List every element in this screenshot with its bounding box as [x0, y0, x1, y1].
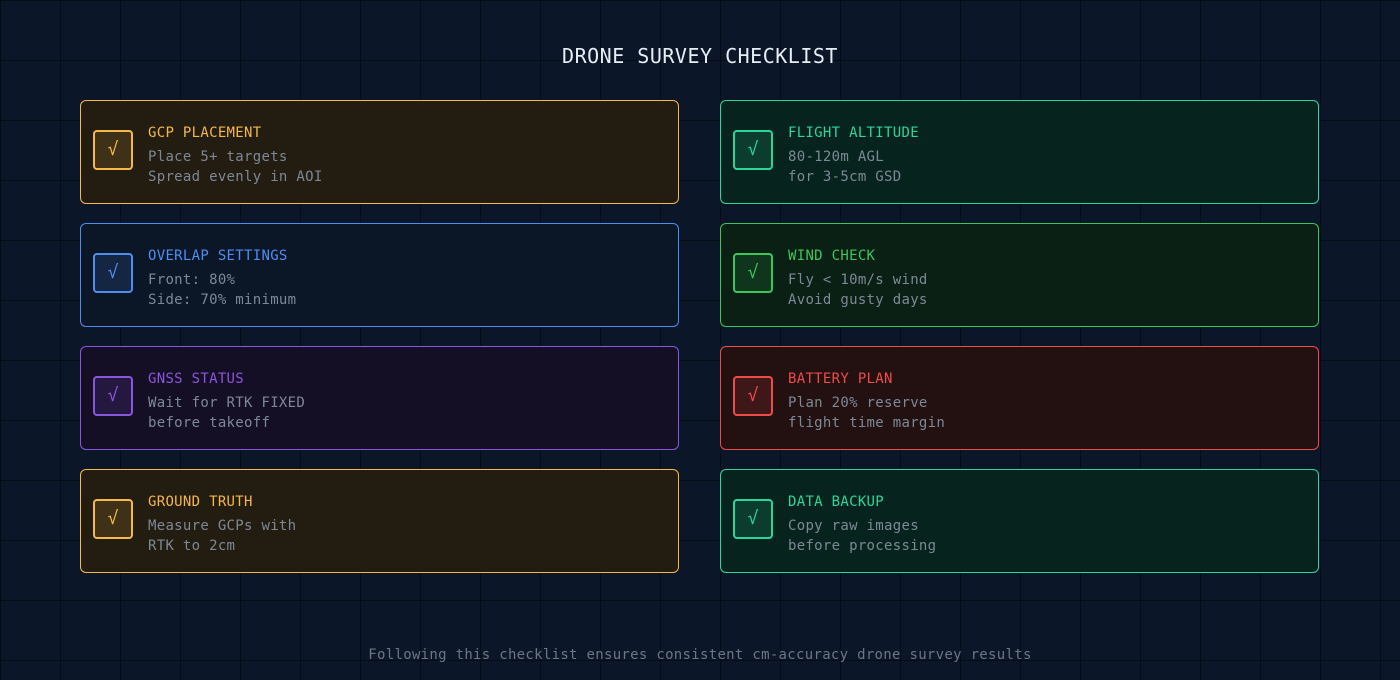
- card-detail: RTK to 2cm: [148, 538, 236, 554]
- checklist-card-ground-truth: √ GROUND TRUTH Measure GCPs with RTK to …: [80, 469, 679, 573]
- checklist-card-wind-check: √ WIND CHECK Fly < 10m/s wind Avoid gust…: [720, 223, 1319, 327]
- card-title: OVERLAP SETTINGS: [148, 248, 288, 264]
- card-detail: Side: 70% minimum: [148, 292, 297, 308]
- card-detail: before processing: [788, 538, 937, 554]
- checkmark-icon[interactable]: √: [93, 130, 133, 170]
- checkmark-icon[interactable]: √: [93, 499, 133, 539]
- card-detail: before takeoff: [148, 415, 271, 431]
- card-detail: Fly < 10m/s wind: [788, 272, 928, 288]
- checkmark-icon[interactable]: √: [733, 253, 773, 293]
- checklist-card-battery-plan: √ BATTERY PLAN Plan 20% reserve flight t…: [720, 346, 1319, 450]
- card-title: GCP PLACEMENT: [148, 125, 262, 141]
- footer-note: Following this checklist ensures consist…: [368, 647, 1032, 663]
- card-detail: Place 5+ targets: [148, 149, 288, 165]
- card-detail: Plan 20% reserve: [788, 395, 928, 411]
- checkmark-icon[interactable]: √: [733, 376, 773, 416]
- checkmark-icon[interactable]: √: [93, 376, 133, 416]
- card-detail: Avoid gusty days: [788, 292, 928, 308]
- card-title: BATTERY PLAN: [788, 371, 893, 387]
- card-title: GROUND TRUTH: [148, 494, 253, 510]
- card-title: GNSS STATUS: [148, 371, 245, 387]
- checkmark-icon[interactable]: √: [733, 130, 773, 170]
- card-detail: 80-120m AGL: [788, 149, 885, 165]
- checklist-card-gcp-placement: √ GCP PLACEMENT Place 5+ targets Spread …: [80, 100, 679, 204]
- card-detail: Wait for RTK FIXED: [148, 395, 306, 411]
- card-detail: Front: 80%: [148, 272, 236, 288]
- checklist-card-gnss-status: √ GNSS STATUS Wait for RTK FIXED before …: [80, 346, 679, 450]
- card-title: WIND CHECK: [788, 248, 876, 264]
- checklist-card-data-backup: √ DATA BACKUP Copy raw images before pro…: [720, 469, 1319, 573]
- page-title: DRONE SURVEY CHECKLIST: [562, 44, 838, 68]
- card-detail: Spread evenly in AOI: [148, 169, 323, 185]
- checklist-card-flight-altitude: √ FLIGHT ALTITUDE 80-120m AGL for 3-5cm …: [720, 100, 1319, 204]
- card-detail: Measure GCPs with: [148, 518, 297, 534]
- card-detail: flight time margin: [788, 415, 946, 431]
- card-title: DATA BACKUP: [788, 494, 885, 510]
- card-detail: Copy raw images: [788, 518, 919, 534]
- checkmark-icon[interactable]: √: [733, 499, 773, 539]
- card-title: FLIGHT ALTITUDE: [788, 125, 919, 141]
- checkmark-icon[interactable]: √: [93, 253, 133, 293]
- checklist-card-overlap-settings: √ OVERLAP SETTINGS Front: 80% Side: 70% …: [80, 223, 679, 327]
- card-detail: for 3-5cm GSD: [788, 169, 902, 185]
